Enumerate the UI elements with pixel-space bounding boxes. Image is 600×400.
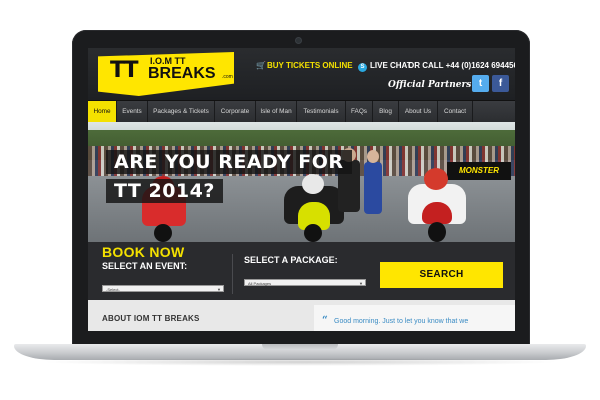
hero-banner: MONSTER ARE YOU READY FOR TT 2014? xyxy=(88,122,515,242)
nav-packages-tickets[interactable]: Packages & Tickets xyxy=(148,101,215,123)
call-text: OR CALL +44 (0)1624 694456 xyxy=(408,61,515,70)
browser-screen: TT I.O.M TT BREAKS .com 🛒BUY TICKETS ONL… xyxy=(88,48,515,331)
laptop-shadow xyxy=(40,358,560,366)
testimonial-text: Good morning. Just to let you know that … xyxy=(334,318,469,325)
site-header: TT I.O.M TT BREAKS .com 🛒BUY TICKETS ONL… xyxy=(88,48,515,100)
booking-panel: BOOK NOW SELECT AN EVENT: -Select- ▼ SEL… xyxy=(88,242,515,300)
live-chat-label: LIVE CHAT xyxy=(370,61,412,70)
nav-testimonials[interactable]: Testimonials xyxy=(297,101,346,123)
lower-content: ABOUT IOM TT BREAKS “ Good morning. Just… xyxy=(88,300,515,331)
skype-icon: S xyxy=(358,63,367,72)
chevron-down-icon: ▼ xyxy=(359,281,363,286)
official-partners: Official Partners xyxy=(388,80,472,90)
nav-events[interactable]: Events xyxy=(117,101,148,123)
buy-tickets-link[interactable]: 🛒BUY TICKETS ONLINE xyxy=(256,61,353,70)
cart-icon: 🛒 xyxy=(256,61,266,70)
nav-contact[interactable]: Contact xyxy=(438,101,473,123)
camera-icon xyxy=(296,38,301,43)
book-now-title: BOOK NOW xyxy=(102,244,185,260)
event-label: SELECT AN EVENT: xyxy=(102,261,188,271)
nav-faqs[interactable]: FAQs xyxy=(346,101,373,123)
live-chat-link[interactable]: S LIVE CHAT xyxy=(358,61,412,72)
quote-icon: “ xyxy=(322,315,328,326)
package-select-value: All Packages xyxy=(248,281,272,286)
event-select[interactable]: -Select- ▼ xyxy=(102,285,224,292)
logo-breaks: BREAKS xyxy=(148,65,216,82)
nav-corporate[interactable]: Corporate xyxy=(215,101,256,123)
facebook-icon[interactable]: f xyxy=(492,75,509,92)
official xyxy=(362,148,384,214)
hero-title-line-1: ARE YOU READY FOR xyxy=(106,150,352,174)
search-button[interactable]: SEARCH xyxy=(380,262,503,288)
nav-isle-of-man[interactable]: Isle of Man xyxy=(256,101,297,123)
testimonial-box: “ Good morning. Just to let you know tha… xyxy=(314,305,515,331)
nav-home[interactable]: Home xyxy=(88,101,117,123)
logo[interactable]: TT I.O.M TT BREAKS .com xyxy=(98,52,234,96)
twitter-icon[interactable]: t xyxy=(472,75,489,92)
about-title: ABOUT IOM TT BREAKS xyxy=(102,314,200,323)
booking-divider xyxy=(232,254,233,294)
package-label: SELECT A PACKAGE: xyxy=(244,255,338,265)
event-select-value: -Select- xyxy=(106,287,120,292)
chevron-down-icon: ▼ xyxy=(217,287,221,292)
laptop-notch xyxy=(262,344,338,350)
hero-title-line-2: TT 2014? xyxy=(106,179,223,203)
logo-tt: TT xyxy=(110,58,138,83)
nav-blog[interactable]: Blog xyxy=(373,101,399,123)
nav-about-us[interactable]: About Us xyxy=(399,101,438,123)
main-nav: Home Events Packages & Tickets Corporate… xyxy=(88,100,515,123)
logo-tld: .com xyxy=(222,74,233,80)
package-select[interactable]: All Packages ▼ xyxy=(244,279,366,286)
rider-right xyxy=(404,166,470,242)
buy-tickets-label: BUY TICKETS ONLINE xyxy=(267,61,353,70)
